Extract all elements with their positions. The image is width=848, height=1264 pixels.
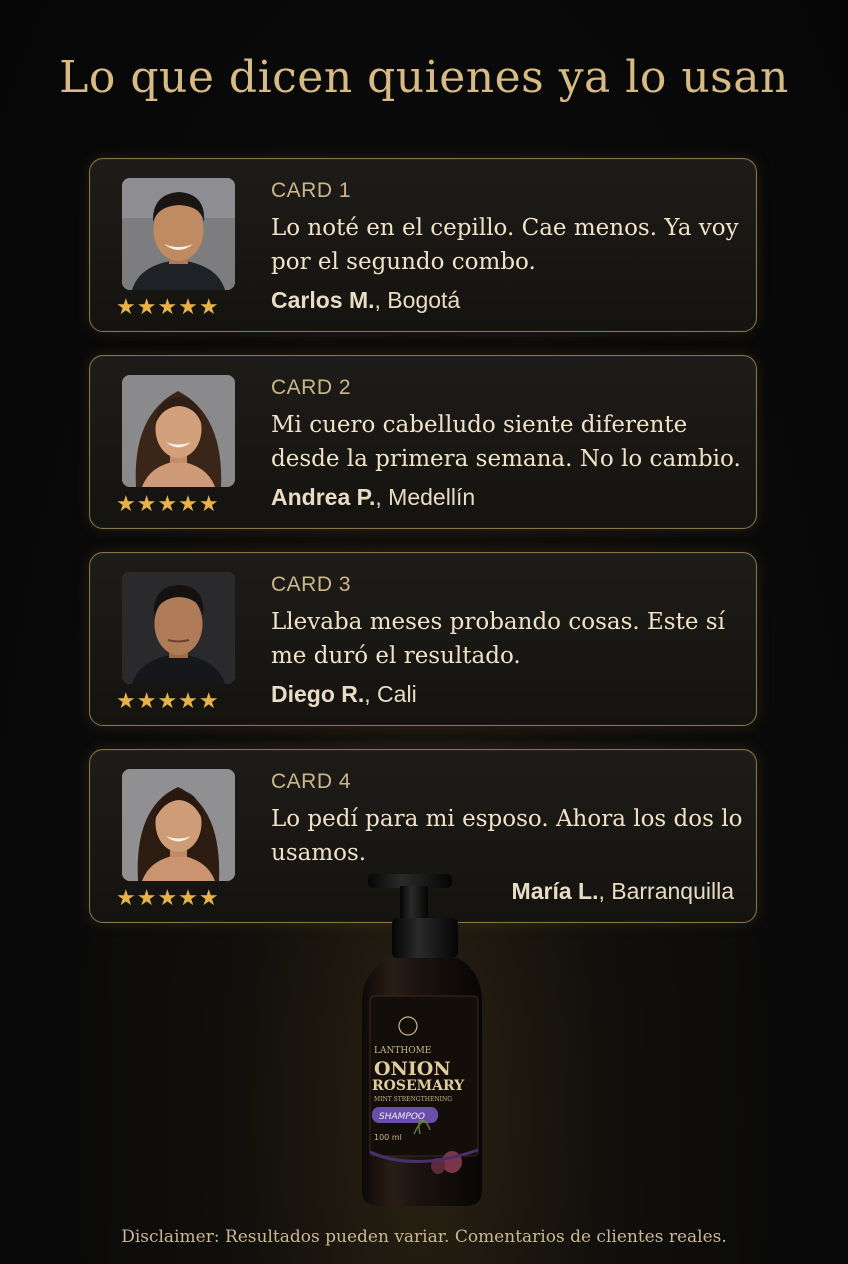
avatar — [122, 572, 235, 684]
avatar-photo — [122, 769, 235, 881]
testimonial-author: Andrea P., Medellín — [271, 484, 475, 511]
product-line2: ROSEMARY — [372, 1078, 465, 1094]
testimonial-card-1: ★★★★★ CARD 1 Lo noté en el cepillo. Cae … — [89, 158, 757, 332]
avatar — [122, 375, 235, 487]
star-rating: ★★★★★ — [116, 886, 220, 911]
product-type: SHAMPOO — [379, 1112, 425, 1122]
author-city: , Cali — [364, 681, 417, 707]
star-rating: ★★★★★ — [116, 689, 220, 714]
testimonial-author: María L., Barranquilla — [512, 878, 734, 905]
author-name: Diego R. — [271, 681, 365, 707]
testimonial-quote: Mi cuero cabelludo siente diferente desd… — [271, 412, 741, 472]
author-city: , Medellín — [375, 484, 476, 510]
product-volume: 100 ml — [374, 1133, 402, 1142]
avatar-photo — [122, 178, 235, 290]
author-name: María L. — [511, 878, 599, 904]
author-name: Carlos M. — [271, 287, 375, 313]
product-line3: MINT STRENGTHENING — [374, 1096, 452, 1103]
star-rating: ★★★★★ — [116, 492, 220, 517]
product-line1: ONION — [374, 1058, 451, 1080]
disclaimer: Disclaimer: Resultados pueden variar. Co… — [121, 1227, 727, 1247]
product-brand: LANTHOME — [374, 1046, 431, 1056]
testimonial-card-2: ★★★★★ CARD 2 Mi cuero cabelludo siente d… — [89, 355, 757, 529]
testimonial-card-3: ★★★★★ CARD 3 Llevaba meses probando cosa… — [89, 552, 757, 726]
author-name: Andrea P. — [271, 484, 376, 510]
avatar — [122, 178, 235, 290]
product-bottle: LANTHOME ONION ROSEMARY MINT STRENGTHENI… — [354, 872, 494, 1212]
card-label: CARD 3 — [271, 573, 352, 596]
card-label: CARD 1 — [271, 179, 352, 202]
star-rating: ★★★★★ — [116, 295, 220, 320]
avatar-photo — [122, 375, 235, 487]
author-city: , Barranquilla — [598, 878, 734, 904]
card-label: CARD 4 — [271, 770, 352, 793]
shampoo-bottle-image: LANTHOME ONION ROSEMARY MINT STRENGTHENI… — [362, 874, 482, 1206]
card-label: CARD 2 — [271, 376, 352, 399]
testimonial-author: Carlos M., Bogotá — [271, 287, 460, 314]
testimonial-quote: Llevaba meses probando cosas. Este sí me… — [271, 609, 725, 669]
author-city: , Bogotá — [374, 287, 461, 313]
testimonial-quote: Lo noté en el cepillo. Cae menos. Ya voy… — [271, 215, 739, 275]
testimonial-quote: Lo pedí para mi esposo. Ahora los dos lo… — [271, 806, 743, 866]
avatar-photo — [122, 572, 235, 684]
avatar — [122, 769, 235, 881]
testimonial-author: Diego R., Cali — [271, 681, 417, 708]
page-title: Lo que dicen quienes ya lo usan — [59, 52, 789, 103]
